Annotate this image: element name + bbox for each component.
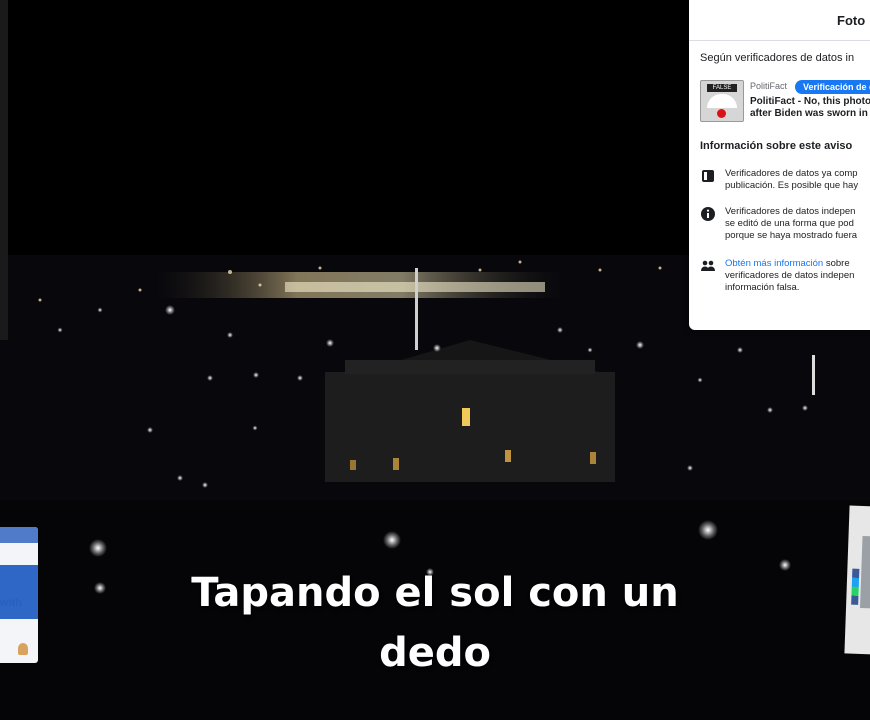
panel-title: Foto	[837, 13, 866, 28]
claim-line-1: PolitiFact - No, this photo	[750, 96, 870, 107]
source-name: PolitiFact	[750, 81, 788, 91]
claim-text[interactable]: PolitiFact - No, this photo after Biden …	[750, 96, 870, 120]
info-item-3-rest: sobre	[823, 258, 850, 269]
info-item-3-line-3: información falsa.	[725, 282, 800, 293]
rating-badge: Verificación de d	[795, 80, 870, 94]
card-icon	[702, 170, 714, 182]
fact-check-intro: Según verificadores de datos in	[700, 52, 855, 64]
meter-needle-icon	[717, 109, 726, 118]
info-icon	[701, 207, 715, 221]
thumbnail-header	[0, 527, 38, 543]
caption-line-1: Tapando el sol con un	[191, 570, 679, 616]
false-rating-thumbnail: FALSE	[700, 80, 744, 122]
info-item-3: Obtén más información sobre verificadore…	[725, 258, 854, 294]
divider	[689, 40, 870, 41]
caption-line-2: dedo	[379, 630, 491, 676]
thumbnail-label: FALSE	[707, 84, 737, 92]
info-item-2-line-1: Verificadores de datos indepen	[725, 206, 856, 217]
fact-check-panel: Foto Según verificadores de datos in FAL…	[689, 0, 870, 330]
info-item-3-line-2: verificadores de datos indepen	[725, 270, 855, 281]
info-item-3-line-1: Obtén más información sobre	[725, 258, 854, 270]
learn-more-link[interactable]: Obtén más información	[725, 258, 823, 269]
info-item-2-line-3: porque se haya mostrado fuera	[725, 230, 858, 241]
info-item-1-line-2: publicación. Es posible que hay	[725, 180, 859, 191]
info-item-1: Verificadores de datos ya comp publicaci…	[725, 168, 858, 192]
info-item-1-line-1: Verificadores de datos ya comp	[725, 168, 858, 179]
meter-dial-icon	[707, 94, 737, 108]
info-heading: Información sobre este aviso	[700, 140, 853, 152]
info-item-2: Verificadores de datos indepen se editó …	[725, 206, 857, 242]
claim-line-2: after Biden was sworn in	[750, 108, 868, 119]
people-icon	[701, 260, 715, 271]
info-item-2-line-2: se editó de una forma que pod	[725, 218, 854, 229]
